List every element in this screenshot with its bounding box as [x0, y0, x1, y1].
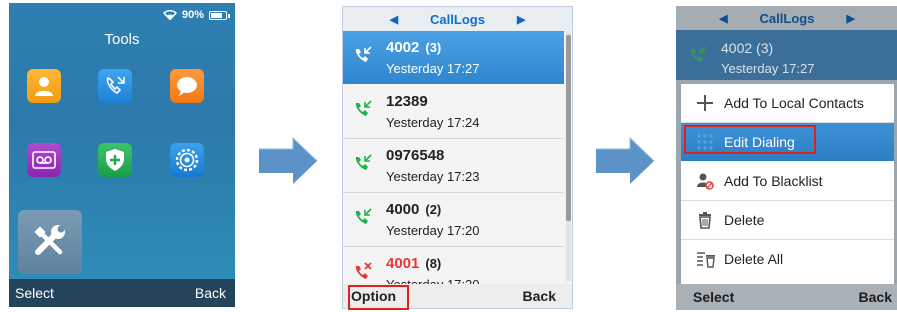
menu-item-label: Delete All	[724, 251, 784, 267]
next-step-arrow-icon	[596, 136, 655, 184]
call-number: 4002	[721, 40, 753, 56]
triangle-right-icon[interactable]: ▶	[517, 13, 525, 26]
received-call-icon	[353, 99, 373, 124]
menu-item-delete[interactable]: Delete	[681, 201, 894, 240]
next-step-arrow-icon	[259, 136, 318, 184]
call-time: Yesterday 17:24	[386, 115, 480, 130]
header-title: CallLogs	[430, 11, 485, 27]
back-softkey[interactable]: Back	[859, 289, 892, 305]
battery-percent: 90%	[181, 9, 204, 21]
call-logs-header: ◀ CallLogs ▶	[343, 7, 572, 31]
page-title: Tools	[104, 31, 140, 48]
plus-icon	[696, 94, 714, 115]
call-number: 4001	[386, 255, 420, 272]
call-number: 0976548	[386, 147, 445, 164]
call-number: 4002	[386, 39, 420, 56]
triangle-left-icon[interactable]: ◀	[390, 13, 398, 26]
delete-all-icon	[696, 250, 716, 271]
tools-app-icon[interactable]	[18, 210, 82, 274]
option-highlight-box	[348, 285, 409, 310]
menu-item-label: Delete	[724, 212, 765, 228]
block-contact-icon	[696, 172, 714, 193]
menu-item-add-to-local-contacts[interactable]: Add To Local Contacts	[681, 84, 894, 123]
call-time: Yesterday 17:27	[386, 61, 480, 76]
back-softkey[interactable]: Back	[523, 288, 556, 304]
call-logs-screen: ◀ CallLogs ▶ 4002 (3) Yesterday 17:27 123…	[342, 6, 573, 309]
call-number: 4000	[386, 201, 420, 218]
call-logs-header: ◀ CallLogs ▶	[676, 6, 897, 30]
received-call-icon	[353, 153, 373, 178]
header-title: CallLogs	[759, 10, 815, 26]
options-menu: Add To Local Contacts Edit Dialing Add T…	[681, 84, 894, 284]
call-count: (3)	[756, 40, 774, 56]
missed-call-icon	[353, 261, 373, 286]
call-count: (2)	[425, 202, 442, 217]
menu-item-label: Add To Blacklist	[724, 173, 823, 189]
received-call-icon	[688, 45, 708, 70]
menu-item-delete-all[interactable]: Delete All	[681, 240, 894, 278]
received-call-icon	[353, 207, 373, 232]
back-softkey[interactable]: Back	[195, 285, 226, 301]
scrollbar[interactable]	[566, 31, 571, 281]
call-time: Yesterday 17:20	[386, 223, 480, 238]
contacts-app-icon[interactable]	[27, 69, 61, 103]
status-bar: 90%	[162, 9, 230, 21]
call-log-options-screen: ◀ CallLogs ▶ 4002 (3) Yesterday 17:27 Ad…	[676, 6, 897, 310]
call-log-row[interactable]: 12389 Yesterday 17:24	[343, 85, 564, 139]
call-log-row: 4002 (3) Yesterday 17:27	[676, 30, 897, 80]
menu-item-label: Add To Local Contacts	[724, 95, 864, 111]
call-count: (8)	[425, 256, 442, 271]
menu-item-add-to-blacklist[interactable]: Add To Blacklist	[681, 162, 894, 201]
call-number: 12389	[386, 93, 428, 110]
messages-app-icon[interactable]	[170, 69, 204, 103]
call-log-row[interactable]: 4002 (3) Yesterday 17:27	[343, 31, 564, 84]
settings-app-icon[interactable]	[170, 143, 204, 177]
call-log-row[interactable]: 4000 (2) Yesterday 17:20	[343, 193, 564, 247]
call-time: Yesterday 17:23	[386, 169, 480, 184]
trash-icon	[696, 211, 714, 232]
battery-icon	[209, 10, 230, 20]
scrollbar-thumb[interactable]	[566, 35, 571, 221]
call-count: (3)	[425, 40, 442, 55]
triangle-left-icon[interactable]: ◀	[719, 12, 727, 25]
triangle-right-icon[interactable]: ▶	[846, 12, 854, 25]
edit-dialing-highlight-box	[684, 125, 816, 154]
tools-screen: 90% Tools Select Back	[9, 3, 235, 307]
call-time: Yesterday 17:27	[721, 61, 815, 76]
voicemail-app-icon[interactable]	[27, 143, 61, 177]
softkey-bar: Select Back	[9, 279, 235, 307]
select-softkey[interactable]: Select	[693, 289, 734, 305]
wifi-icon	[162, 10, 177, 20]
security-app-icon[interactable]	[98, 143, 132, 177]
select-softkey[interactable]: Select	[15, 285, 54, 301]
call-log-row[interactable]: 0976548 Yesterday 17:23	[343, 139, 564, 193]
received-call-icon	[353, 45, 373, 70]
softkey-bar: Select Back	[676, 284, 897, 310]
call-logs-app-icon[interactable]	[98, 69, 132, 103]
